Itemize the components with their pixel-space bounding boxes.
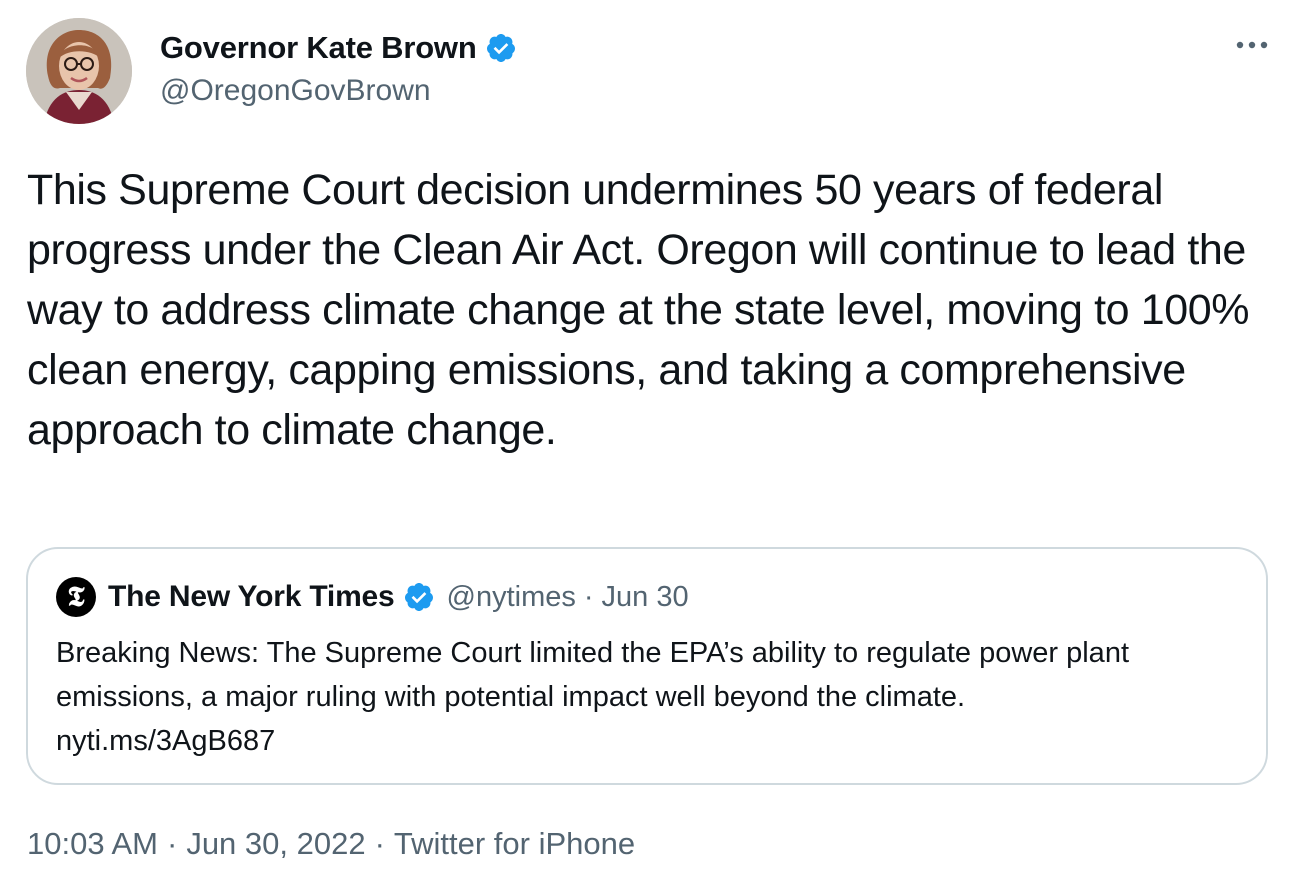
separator-dot: ·	[583, 580, 594, 613]
tweet-time[interactable]: 10:03 AM	[27, 826, 158, 861]
verified-badge-icon	[403, 581, 435, 613]
separator-dot: ·	[374, 826, 385, 861]
avatar[interactable]	[26, 18, 132, 124]
quoted-tweet-link[interactable]: nyti.ms/3AgB687	[56, 719, 1246, 763]
avatar-photo	[26, 18, 132, 124]
quoted-author-name[interactable]: The New York Times	[108, 580, 395, 614]
tweet-date[interactable]: Jun 30, 2022	[186, 826, 365, 861]
quoted-tweet-text: Breaking News: The Supreme Court limited…	[56, 631, 1246, 763]
more-options-button[interactable]	[1234, 30, 1270, 60]
quoted-tweet-card[interactable]: 𝕿 The New York Times @nytimes · Jun 30 B…	[26, 547, 1268, 785]
quoted-author-handle[interactable]: @nytimes	[447, 581, 576, 614]
separator-dot: ·	[166, 826, 178, 861]
tweet-source-link[interactable]: Twitter for iPhone	[394, 826, 635, 861]
author-name-row[interactable]: Governor Kate Brown	[160, 28, 517, 68]
author-name[interactable]: Governor Kate Brown	[160, 30, 477, 66]
tweet-text: This Supreme Court decision undermines 5…	[27, 166, 1261, 454]
quoted-tweet-date[interactable]: Jun 30	[602, 581, 689, 614]
quoted-tweet-header: 𝕿 The New York Times @nytimes · Jun 30	[56, 575, 689, 619]
nyt-logo-avatar[interactable]: 𝕿	[56, 577, 96, 617]
quoted-tweet-body: Breaking News: The Supreme Court limited…	[56, 637, 1129, 713]
more-horizontal-icon	[1236, 41, 1268, 49]
author-handle[interactable]: @OregonGovBrown	[160, 74, 431, 108]
tweet-metadata: 10:03 AM · Jun 30, 2022 · Twitter for iPhone	[27, 826, 635, 862]
verified-badge-icon	[485, 32, 517, 64]
